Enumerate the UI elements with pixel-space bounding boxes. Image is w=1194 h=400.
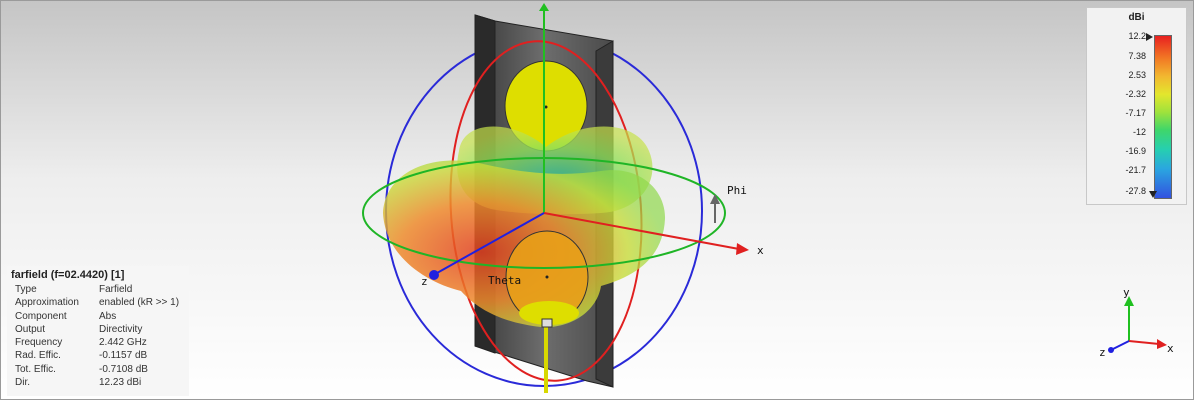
legend-tick: -12 bbox=[1132, 127, 1146, 137]
legend-tick: 12.2 bbox=[1128, 31, 1146, 41]
triad-y-label: y bbox=[1123, 286, 1130, 299]
table-row: Tot. Effic. -0.7108 dB bbox=[15, 363, 148, 375]
table-row: Type Farfield bbox=[15, 284, 133, 295]
farfield-title: farfield (f=02.4420) [1] bbox=[11, 269, 125, 281]
table-row: Dir. 12.23 dBi bbox=[15, 377, 142, 389]
legend-tick: -7.17 bbox=[1125, 108, 1146, 118]
x-axis-label: x bbox=[757, 244, 764, 257]
table-row: Frequency 2.442 GHz bbox=[15, 337, 147, 349]
min-marker-icon bbox=[1149, 191, 1157, 198]
legend-color-bar bbox=[1154, 35, 1172, 199]
triad-x-label: x bbox=[1167, 342, 1174, 355]
phi-label: Phi bbox=[727, 184, 747, 197]
legend-tick: -21.7 bbox=[1125, 165, 1146, 175]
legend-tick: -27.8 bbox=[1125, 186, 1146, 196]
legend-tick: -16.9 bbox=[1125, 146, 1146, 156]
table-row: Component Abs bbox=[15, 310, 117, 322]
3d-viewport[interactable]: x z Phi Theta farfield (f=02.4420) [1] T… bbox=[0, 0, 1194, 400]
legend-tick: 7.38 bbox=[1128, 51, 1146, 61]
color-scale-legend[interactable]: dBi 12.2 7.38 2.53 -2.32 -7.17 -12 -16.9… bbox=[1086, 7, 1187, 205]
legend-tick: 2.53 bbox=[1128, 70, 1146, 80]
triad-z-label: z bbox=[1099, 346, 1106, 359]
table-row: Approximation enabled (kR >> 1) bbox=[15, 297, 180, 309]
max-marker-icon bbox=[1146, 33, 1153, 41]
farfield-properties-table: Type Farfield Approximation enabled (kR >>… bbox=[13, 283, 183, 389]
table-row: Output Directivity bbox=[15, 323, 143, 335]
z-axis-label: z bbox=[421, 275, 428, 288]
legend-unit: dBi bbox=[1128, 12, 1145, 23]
table-row: Rad. Effic. -0.1157 dB bbox=[15, 350, 148, 362]
farfield-info-panel: farfield (f=02.4420) [1] Type Farfield Ap… bbox=[7, 266, 189, 396]
theta-label: Theta bbox=[488, 274, 521, 287]
legend-tick: -2.32 bbox=[1125, 89, 1146, 99]
orientation-triad: y x z bbox=[1099, 286, 1174, 359]
